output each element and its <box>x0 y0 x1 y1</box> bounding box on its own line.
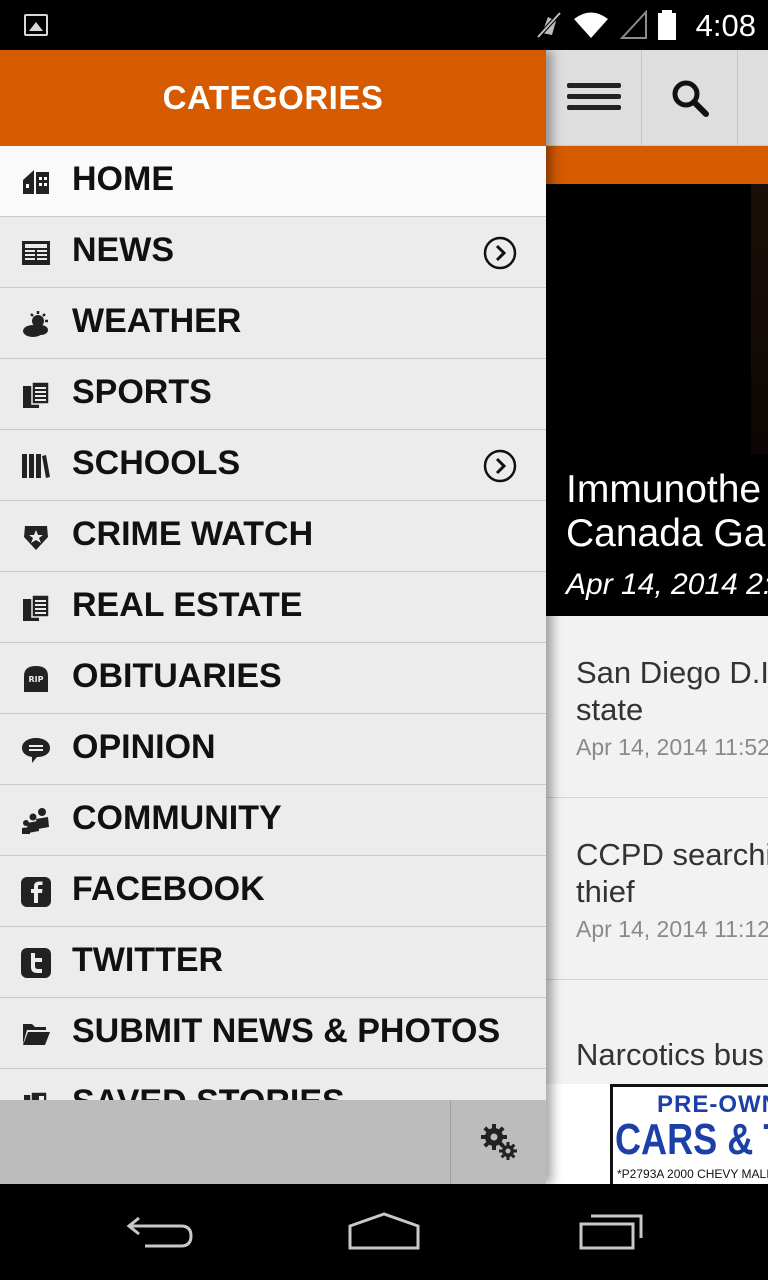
hero-image <box>751 184 768 454</box>
facebook-icon <box>21 877 51 907</box>
recent-apps-icon <box>579 1214 643 1250</box>
menu-icon <box>566 83 621 110</box>
category-label: OPINION <box>72 728 216 766</box>
drawer-footer <box>0 1100 546 1184</box>
badge-icon <box>24 526 48 550</box>
category-label: TWITTER <box>72 941 224 979</box>
documents-icon <box>23 594 50 621</box>
back-icon <box>126 1216 193 1248</box>
category-opinion[interactable]: OPINION <box>0 714 546 785</box>
recent-apps-button[interactable] <box>570 1204 650 1260</box>
category-news[interactable]: NEWS <box>0 217 546 288</box>
category-obituaries[interactable]: RIP OBITUARIES <box>0 643 546 714</box>
navigation-drawer: CATEGORIES HOME NEWS WEATHER SPORTS SCHO… <box>0 50 546 1184</box>
home-button[interactable] <box>344 1204 424 1260</box>
wifi-icon <box>574 12 608 38</box>
category-real-estate[interactable]: REAL ESTATE <box>0 572 546 643</box>
category-list: HOME NEWS WEATHER SPORTS SCHOOLS CRIME W… <box>0 146 546 1100</box>
settings-icon <box>480 1124 517 1160</box>
drawer-header: CATEGORIES <box>0 50 546 146</box>
story-date: Apr 14, 2014 11:52 <box>576 734 768 760</box>
category-submit-news-photos[interactable]: SUBMIT NEWS & PHOTOS <box>0 998 546 1069</box>
ad-line-2: CARS & TR <box>615 1115 768 1164</box>
books-icon <box>22 454 50 478</box>
ad-banner[interactable]: PRE-OWN CARS & TR *P2793A 2000 CHEVY MAL… <box>546 1084 768 1184</box>
category-label: SCHOOLS <box>72 444 241 482</box>
tombstone-icon: RIP <box>24 666 48 692</box>
category-label: WEATHER <box>72 302 242 340</box>
category-sports[interactable]: SPORTS <box>0 359 546 430</box>
story-item[interactable]: CCPD searchi thief Apr 14, 2014 11:12 <box>546 798 768 980</box>
hero-story[interactable]: Immunothe Canada Gai Apr 14, 2014 2: <box>546 184 768 616</box>
category-label: SAVED STORIES <box>72 1083 345 1100</box>
chevron-right-icon[interactable] <box>483 236 517 270</box>
twitter-icon <box>21 948 51 978</box>
category-label: OBITUARIES <box>72 657 282 695</box>
main-toolbar <box>546 50 768 146</box>
category-facebook[interactable]: FACEBOOK <box>0 856 546 927</box>
weather-icon <box>23 311 48 337</box>
story-title: Narcotics bus <box>576 1037 764 1072</box>
status-icons <box>536 10 676 40</box>
documents-icon <box>23 381 50 408</box>
story-title: San Diego D.I state <box>576 655 768 727</box>
hero-date: Apr 14, 2014 2: <box>566 568 768 601</box>
story-date: Apr 14, 2014 11:12 <box>576 916 768 942</box>
status-time: 4:08 <box>695 8 756 43</box>
category-label: SUBMIT NEWS & PHOTOS <box>72 1012 501 1050</box>
newspaper-icon <box>22 241 50 265</box>
category-label: CRIME WATCH <box>72 515 314 553</box>
system-nav-bar <box>0 1184 768 1280</box>
category-label: HOME <box>72 160 174 198</box>
menu-button[interactable] <box>546 50 642 146</box>
category-label: REAL ESTATE <box>72 586 303 624</box>
drawer-title: CATEGORIES <box>162 79 384 116</box>
status-bar: 4:08 <box>0 0 768 50</box>
category-schools[interactable]: SCHOOLS <box>0 430 546 501</box>
people-icon <box>22 808 49 834</box>
search-button[interactable] <box>642 50 738 146</box>
folder-icon <box>23 1024 50 1045</box>
home-icon <box>348 1212 420 1250</box>
category-weather[interactable]: WEATHER <box>0 288 546 359</box>
category-twitter[interactable]: TWITTER <box>0 927 546 998</box>
category-home[interactable]: HOME <box>0 146 546 217</box>
category-label: FACEBOOK <box>72 870 265 908</box>
category-label: SPORTS <box>72 373 212 411</box>
signal-icon <box>620 10 647 39</box>
category-community[interactable]: COMMUNITY <box>0 785 546 856</box>
category-label: COMMUNITY <box>72 799 282 837</box>
main-content: Immunothe Canada Gai Apr 14, 2014 2: San… <box>546 50 768 1184</box>
saved-icon <box>24 1091 48 1100</box>
story-title: CCPD searchi thief <box>576 837 768 909</box>
category-saved-stories[interactable]: SAVED STORIES <box>0 1069 546 1100</box>
chevron-right-icon[interactable] <box>483 449 517 483</box>
ad-image: PRE-OWN CARS & TR *P2793A 2000 CHEVY MAL… <box>610 1084 768 1184</box>
svg-text:RIP: RIP <box>29 675 44 684</box>
battery-icon <box>658 10 676 40</box>
search-icon <box>672 80 709 117</box>
home-icon <box>23 170 49 194</box>
ad-line-3: *P2793A 2000 CHEVY MALIBU <box>617 1167 768 1181</box>
category-label: NEWS <box>72 231 174 269</box>
hero-title: Immunothe Canada Gai <box>566 468 768 555</box>
back-button[interactable] <box>120 1204 200 1260</box>
settings-button[interactable] <box>450 1100 546 1184</box>
story-item[interactable]: San Diego D.I state Apr 14, 2014 11:52 <box>546 616 768 798</box>
mute-icon <box>536 11 562 39</box>
speech-bubble-icon <box>22 738 50 763</box>
gallery-icon <box>24 14 48 36</box>
category-crime-watch[interactable]: CRIME WATCH <box>0 501 546 572</box>
section-strip <box>546 146 768 184</box>
